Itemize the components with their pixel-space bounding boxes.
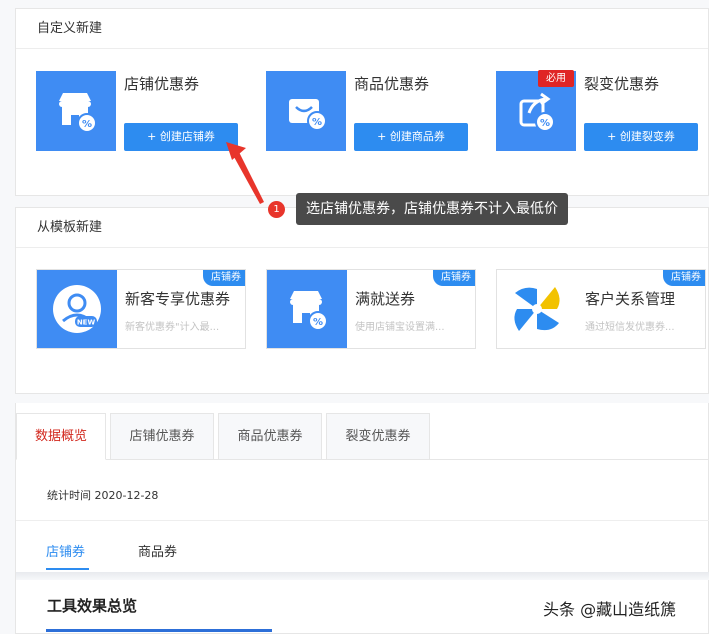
template-card-title: 客户关系管理 [585,290,676,308]
svg-text:NEW: NEW [77,319,96,327]
must-use-badge: 必用 [538,70,574,87]
tab-data-overview[interactable]: 数据概览 [16,413,106,460]
subtab-goods-coupon[interactable]: 商品券 [138,541,177,560]
coupon-subtabs: 店铺券 商品券 [16,520,709,572]
create-goods-coupon-button[interactable]: + 创建商品券 [354,123,468,151]
shop-coupon-thumb: % [36,71,116,151]
page: 自定义新建 % 店铺优惠券 + 创建店铺券 % 商品优惠券 + 创建商品券 % … [0,0,709,634]
svg-text:%: % [82,119,92,130]
share-coupon-card: % 必用 裂变优惠券 + 创建裂变券 [496,70,706,153]
template-card-new-user[interactable]: NEW 店铺券 新客专享优惠券 新客优惠券"计入最... [36,269,246,349]
template-card-desc: 新客优惠券"计入最... [125,322,220,333]
tab-goods-coupon[interactable]: 商品优惠券 [218,413,322,460]
new-user-icon: NEW [53,285,101,333]
share-coupon-title: 裂变优惠券 [584,75,660,93]
template-corner-badge: 店铺券 [203,270,245,286]
template-create-panel: 从模板新建 NEW 店铺券 新客专享优惠券 新客优惠券"计入最... % 店铺券… [15,207,709,394]
template-card-desc: 使用店铺宝设置满... [355,322,445,333]
shop-coupon-icon: % [59,93,97,133]
goods-coupon-thumb: % [266,71,346,151]
template-card-desc: 通过短信发优惠券... [585,322,675,333]
svg-text:%: % [313,317,323,328]
template-corner-badge: 店铺券 [433,270,475,286]
effect-title-underline [46,629,272,632]
effect-overview-title: 工具效果总览 [47,597,138,615]
tab-share-coupon[interactable]: 裂变优惠券 [326,413,430,460]
template-card-title: 新客专享优惠券 [125,290,231,308]
shop-coupon-icon: % [290,291,328,331]
template-card-crm[interactable]: 店铺券 客户关系管理 通过短信发优惠券... [496,269,706,349]
tab-shop-coupon[interactable]: 店铺优惠券 [110,413,214,460]
shop-coupon-title: 店铺优惠券 [124,75,200,93]
create-share-coupon-button[interactable]: + 创建裂变券 [584,123,698,151]
subtab-active-indicator [46,568,89,570]
stat-time: 统计时间 2020-12-28 [47,489,159,502]
crm-logo-icon [514,287,560,331]
shop-coupon-card: % 店铺优惠券 + 创建店铺券 [36,71,246,153]
goods-coupon-title: 商品优惠券 [354,75,430,93]
svg-text:%: % [312,117,322,128]
subtab-shop-coupon[interactable]: 店铺券 [46,541,85,560]
crm-thumb [497,270,577,348]
full-gift-thumb: % [267,270,347,348]
goods-coupon-card: % 商品优惠券 + 创建商品券 [266,71,476,153]
template-corner-badge: 店铺券 [663,270,705,286]
watermark: 头条 @藏山造纸篪 [543,600,677,619]
share-coupon-icon: % [519,92,555,132]
section-divider [16,572,709,580]
svg-text:%: % [540,118,550,129]
new-user-thumb: NEW [37,270,117,348]
template-card-full-gift[interactable]: % 店铺券 满就送券 使用店铺宝设置满... [266,269,476,349]
custom-create-panel: 自定义新建 % 店铺优惠券 + 创建店铺券 % 商品优惠券 + 创建商品券 % … [15,8,709,196]
annotation-tooltip: 选店铺优惠券，店铺优惠券不计入最低价 [296,193,568,225]
data-tabs: 数据概览 店铺优惠券 商品优惠券 裂变优惠券 [16,413,709,460]
tooltip-number-badge: 1 [268,201,285,218]
custom-create-title: 自定义新建 [16,9,708,49]
template-card-title: 满就送券 [355,290,416,308]
bag-coupon-icon: % [289,99,327,131]
